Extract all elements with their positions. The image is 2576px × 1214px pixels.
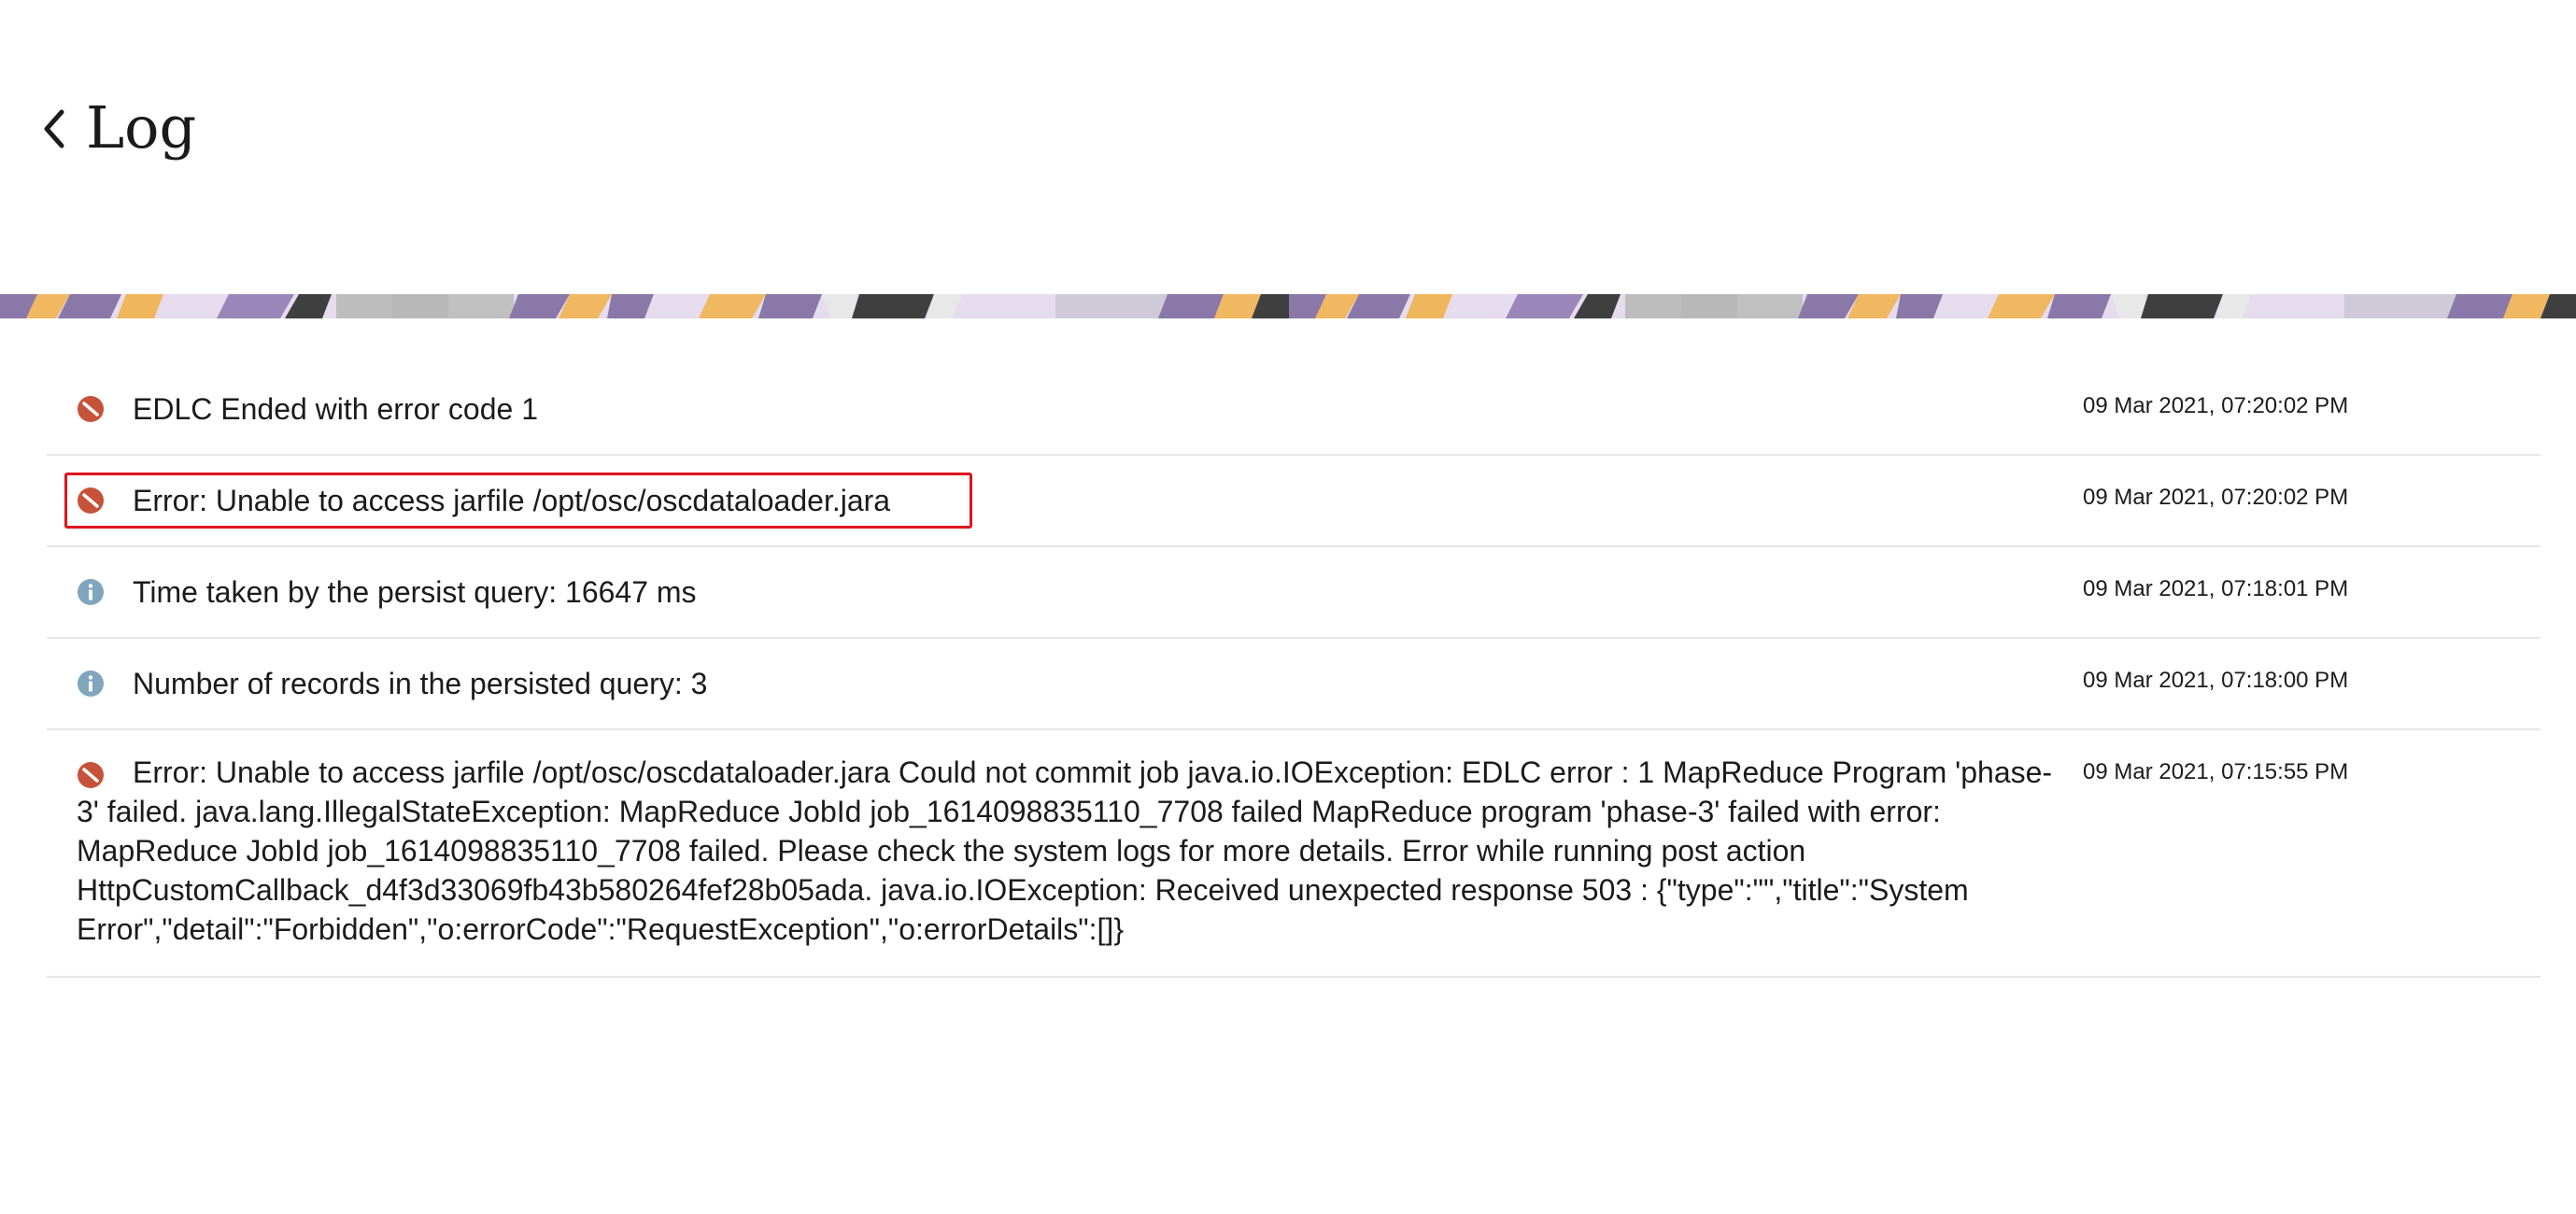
log-entry: Number of records in the persisted query…: [47, 639, 2541, 730]
log-message: EDLC Ended with error code 1: [133, 392, 538, 426]
log-timestamp: 09 Mar 2021, 07:20:02 PM: [2083, 393, 2349, 418]
log-timestamp: 09 Mar 2021, 07:15:55 PM: [2083, 759, 2349, 784]
log-message: Number of records in the persisted query…: [133, 667, 708, 700]
chevron-left-icon: [44, 109, 64, 148]
info-icon: [77, 578, 105, 606]
error-icon: [77, 395, 105, 423]
decorative-banner: [0, 294, 2576, 318]
log-timestamp: 09 Mar 2021, 07:18:01 PM: [2083, 576, 2349, 601]
log-timestamp: 09 Mar 2021, 07:20:02 PM: [2083, 485, 2349, 510]
log-entry: Time taken by the persist query: 16647 m…: [47, 547, 2541, 639]
error-icon: [77, 487, 105, 515]
log-list: EDLC Ended with error code 1 09 Mar 2021…: [47, 364, 2541, 978]
page-header: Log: [0, 0, 2576, 294]
log-message: Time taken by the persist query: 16647 m…: [133, 575, 697, 609]
page-title: Log: [86, 93, 197, 162]
log-entry: Error: Unable to access jarfile /opt/osc…: [47, 456, 2541, 547]
log-timestamp: 09 Mar 2021, 07:18:00 PM: [2083, 668, 2349, 693]
log-entry: EDLC Ended with error code 1 09 Mar 2021…: [47, 364, 2541, 456]
info-icon: [77, 670, 105, 698]
log-message: Error: Unable to access jarfile /opt/osc…: [133, 484, 891, 517]
back-button[interactable]: [37, 105, 71, 153]
log-entry: Error: Unable to access jarfile /opt/osc…: [47, 730, 2541, 978]
log-message: Error: Unable to access jarfile /opt/osc…: [77, 755, 2053, 946]
